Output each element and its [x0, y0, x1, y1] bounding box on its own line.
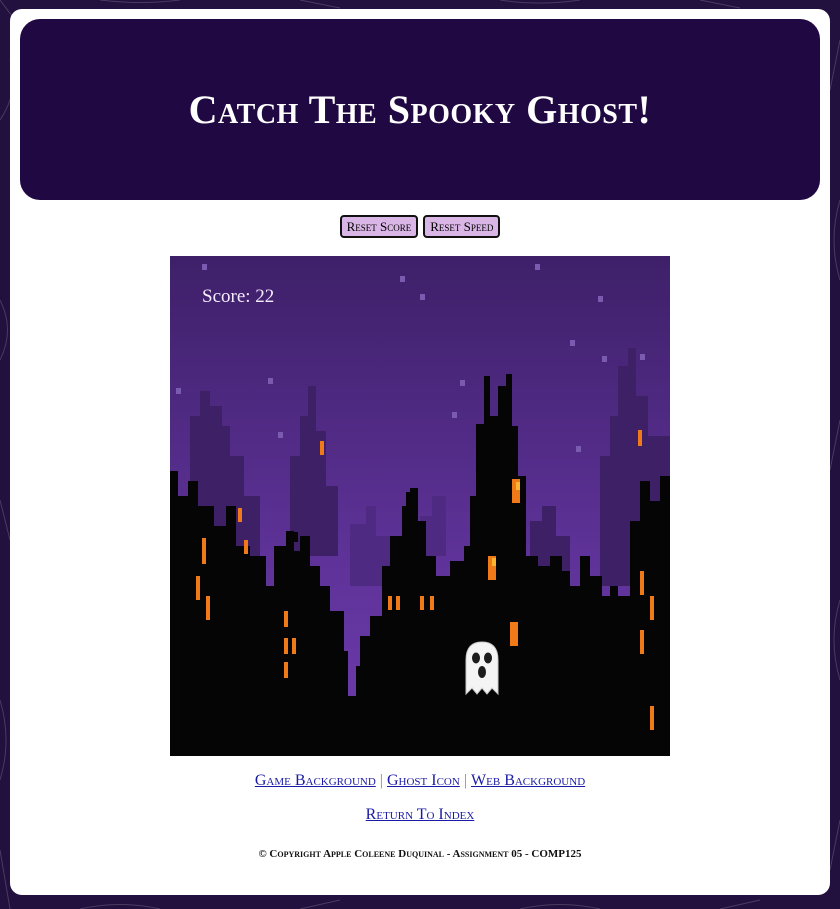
- game-background-link[interactable]: Game Background: [255, 772, 376, 789]
- controls: Reset Score Reset Speed: [10, 215, 830, 238]
- copyright-text: © Copyright Apple Coleene Duquinal - Ass…: [258, 848, 582, 860]
- page-title: Catch The Spooky Ghost!: [188, 87, 652, 132]
- link-separator: |: [463, 772, 468, 789]
- credit-links: Game Background | Ghost Icon | Web Backgroun…: [10, 772, 830, 790]
- ghost-icon[interactable]: [458, 638, 506, 698]
- return-to-index-link[interactable]: Return To Index: [366, 806, 475, 823]
- reset-score-button[interactable]: Reset Score: [339, 215, 419, 238]
- score-display: Score: 22: [202, 286, 275, 307]
- web-background-link[interactable]: Web Background: [471, 772, 585, 789]
- link-separator: |: [379, 772, 383, 789]
- ghost-icon-link[interactable]: Ghost Icon: [387, 772, 460, 789]
- haunted-city-background: [170, 256, 670, 756]
- content-card: Catch The Spooky Ghost! Reset Score Rese…: [10, 9, 830, 895]
- game-canvas[interactable]: Score: 22: [170, 256, 670, 756]
- header-banner: Catch The Spooky Ghost!: [20, 19, 820, 200]
- reset-speed-button[interactable]: Reset Speed: [423, 215, 501, 238]
- return-nav: Return To Index: [10, 806, 830, 824]
